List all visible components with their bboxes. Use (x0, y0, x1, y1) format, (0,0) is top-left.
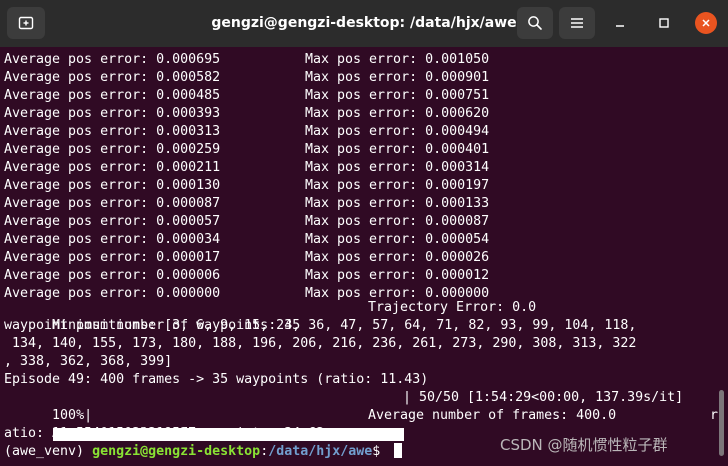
waypoint-positions-line-1: waypoint positions: [3, 6, 9, 15, 24, 36… (4, 318, 637, 333)
error-row: Average pos error: 0.000006 Max pos error… (4, 267, 489, 285)
avg-pos-error: Average pos error: 0.000087 (4, 196, 221, 211)
close-button-circle (695, 12, 717, 34)
new-tab-button[interactable] (7, 7, 45, 39)
max-pos-error: Max pos error: 0.000401 (305, 142, 490, 157)
progress-bar (53, 392, 404, 441)
max-pos-error: Max pos error: 0.000751 (305, 88, 490, 103)
search-icon (528, 16, 542, 30)
max-pos-error: Max pos error: 0.000494 (305, 124, 490, 139)
prompt-separator: : (260, 444, 269, 459)
avg-pos-error: Average pos error: 0.000057 (4, 214, 221, 229)
error-row: Average pos error: 0.000017 Max pos error… (4, 249, 489, 267)
avg-pos-error: Average pos error: 0.000695 (4, 52, 221, 67)
avg-frames-text: Average number of frames: 400.0 (368, 408, 617, 423)
error-row: Average pos error: 0.000313 Max pos error… (4, 123, 489, 141)
max-pos-error: Max pos error: 0.000087 (305, 214, 490, 229)
minimize-icon (616, 25, 624, 27)
search-button[interactable] (517, 7, 553, 39)
waypoint-positions-line-2: 134, 140, 155, 173, 180, 188, 196, 206, … (4, 336, 637, 351)
terminal-window: gengzi@gengzi-desktop: /data/hjx/awe Ave… (0, 0, 728, 466)
error-row: Average pos error: 0.000087 Max pos error… (4, 195, 489, 213)
prompt-symbol: $ (372, 444, 389, 459)
menu-button[interactable] (559, 7, 595, 39)
max-pos-error: Max pos error: 0.000314 (305, 160, 490, 175)
max-pos-error: Max pos error: 0.000901 (305, 70, 490, 85)
avg-pos-error: Average pos error: 0.000211 (4, 160, 221, 175)
avg-pos-error: Average pos error: 0.000582 (4, 70, 221, 85)
error-row: Average pos error: 0.000130 Max pos error… (4, 177, 489, 195)
terminal-output[interactable]: Average pos error: 0.000695 Max pos error… (0, 47, 728, 466)
avg-pos-error: Average pos error: 0.000034 (4, 232, 221, 247)
avg-pos-error: Average pos error: 0.000006 (4, 268, 221, 283)
progress-suffix: | 50/50 [1:54:29<00:00, 137.39s/it] (403, 390, 684, 405)
error-row: Average pos error: 0.000393 Max pos error… (4, 105, 489, 123)
avg-pos-error: Average pos error: 0.000259 (4, 142, 221, 157)
close-icon (702, 19, 710, 27)
ratio-line: atio: 11.554015020219527 (4, 426, 197, 441)
avg-pos-error: Average pos error: 0.000130 (4, 178, 221, 193)
title-bar: gengzi@gengzi-desktop: /data/hjx/awe (0, 0, 728, 47)
avg-pos-error: Average pos error: 0.000017 (4, 250, 221, 265)
prompt-env: (awe_venv) (4, 444, 93, 459)
error-row: Average pos error: 0.000211 Max pos error… (4, 159, 489, 177)
averages-line: Average number of waypoints: 34.62 Avera… (4, 407, 718, 441)
error-row: Average pos error: 0.000259 Max pos error… (4, 141, 489, 159)
error-row: Average pos error: 0.000034 Max pos error… (4, 231, 489, 249)
prompt-path: /data/hjx/awe (268, 444, 373, 459)
max-pos-error: Max pos error: 0.000054 (305, 232, 490, 247)
error-row: Average pos error: 0.000485 Max pos error… (4, 87, 489, 105)
error-row: Average pos error: 0.000695 Max pos error… (4, 51, 489, 69)
max-pos-error: Max pos error: 0.000012 (305, 268, 490, 283)
min-waypoints-line: Minimum number of waypoints: 35 Trajecto… (4, 299, 536, 333)
max-pos-error: Max pos error: 0.000026 (305, 250, 490, 265)
episode-line: Episode 49: 400 frames -> 35 waypoints (… (4, 372, 429, 387)
waypoint-positions-line-3: , 338, 362, 368, 399] (4, 354, 173, 369)
max-pos-error: Max pos error: 0.001050 (305, 52, 490, 67)
close-button[interactable] (692, 9, 720, 37)
watermark-text: CSDN @随机惯性粒子群 (500, 436, 668, 454)
wrapped-r-text: r (710, 408, 719, 423)
max-pos-error: Max pos error: 0.000620 (305, 106, 490, 121)
avg-pos-error: Average pos error: 0.000393 (4, 106, 221, 121)
prompt-user-host: gengzi@gengzi-desktop (92, 444, 261, 459)
scrollbar-thumb[interactable] (719, 390, 724, 456)
trajectory-error-text: Trajectory Error: 0.0 (368, 300, 537, 315)
error-row: Average pos error: 0.000057 Max pos error… (4, 213, 489, 231)
avg-pos-error: Average pos error: 0.000313 (4, 124, 221, 139)
hamburger-menu-icon (571, 18, 583, 28)
new-tab-icon (18, 16, 34, 30)
progress-line: 100%| | 50/50 [1:54:29<00:00, 137.39s/it… (4, 389, 683, 441)
error-row: Average pos error: 0.000582 Max pos error… (4, 69, 489, 87)
max-pos-error: Max pos error: 0.000133 (305, 196, 490, 211)
maximize-icon (659, 18, 669, 28)
minimize-button[interactable] (606, 9, 634, 37)
shell-prompt[interactable]: (awe_venv) gengzi@gengzi-desktop:/data/h… (4, 443, 403, 461)
avg-pos-error: Average pos error: 0.000485 (4, 88, 221, 103)
terminal-cursor (394, 443, 403, 458)
max-pos-error: Max pos error: 0.000197 (305, 178, 490, 193)
maximize-button[interactable] (650, 9, 678, 37)
